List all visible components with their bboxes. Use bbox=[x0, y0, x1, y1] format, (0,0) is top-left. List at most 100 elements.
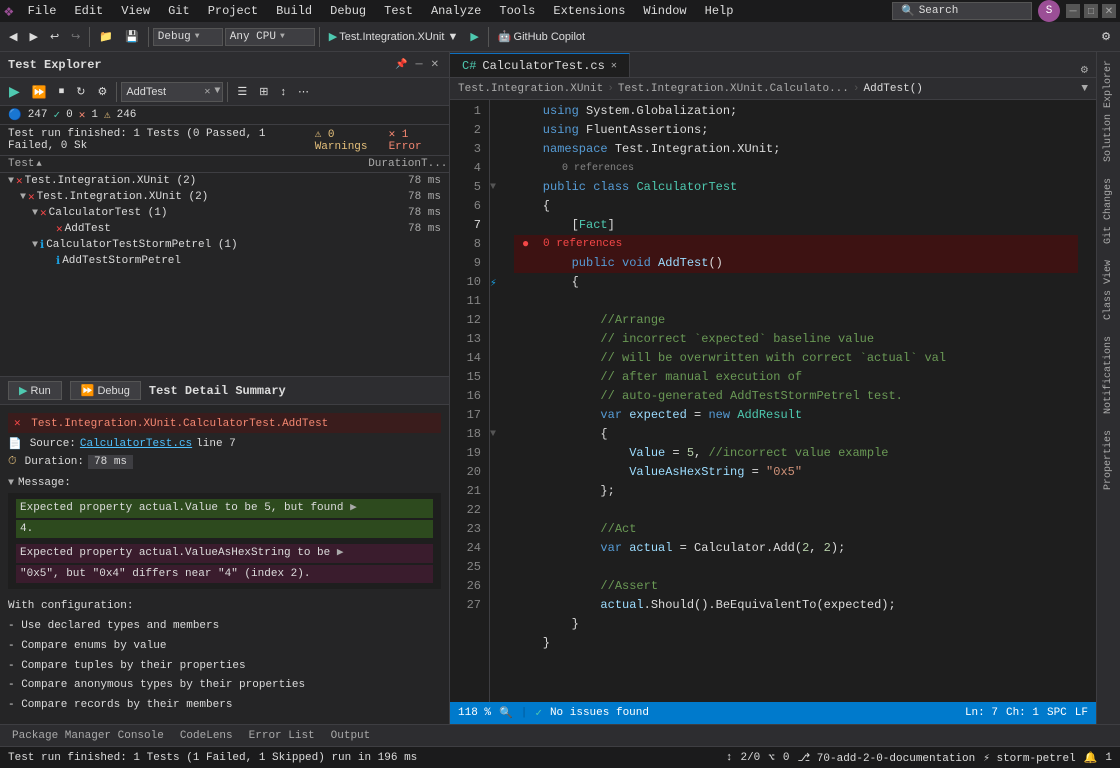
debug-indicator: ⚡ bbox=[490, 273, 506, 292]
test-explorer-title-bar: Test Explorer 📌 ─ ✕ bbox=[0, 52, 449, 78]
tab-settings-btn[interactable]: ⚙ bbox=[1073, 62, 1096, 77]
menu-item-build[interactable]: Build bbox=[268, 2, 320, 20]
panel-close-button[interactable]: ✕ bbox=[429, 57, 441, 72]
run-test-button[interactable]: ▶ Run bbox=[8, 381, 62, 400]
bottom-tab-package-manager[interactable]: Package Manager Console bbox=[8, 728, 168, 744]
test-search-box[interactable]: ✕ ▼ bbox=[121, 82, 223, 102]
refresh-button[interactable]: ↻ bbox=[71, 82, 90, 101]
settings-button[interactable]: ⚙ bbox=[1096, 27, 1116, 46]
config-label: Debug bbox=[158, 31, 191, 43]
side-tab-git-changes[interactable]: Git Changes bbox=[1099, 170, 1118, 252]
search-clear-icon[interactable]: ✕ bbox=[202, 86, 212, 98]
list-item[interactable]: ▼ ✕ Test.Integration.XUnit (2) 78 ms bbox=[0, 189, 449, 205]
search-dropdown-icon[interactable]: ▼ bbox=[212, 86, 222, 97]
close-button[interactable]: ✕ bbox=[1102, 4, 1116, 18]
line-num-26: 26 bbox=[450, 577, 481, 596]
error-count-bottom: 0 bbox=[783, 752, 790, 764]
save-button[interactable]: 💾 bbox=[120, 27, 144, 46]
list-item[interactable]: ▼ ℹ CalculatorTestStormPetrel (1) bbox=[0, 237, 449, 253]
status-eol: LF bbox=[1075, 707, 1088, 719]
path-separator-1: › bbox=[853, 83, 860, 95]
menu-item-file[interactable]: File bbox=[20, 2, 65, 20]
path-part-1[interactable]: Test.Integration.XUnit.Calculato... bbox=[618, 83, 849, 95]
test-search-input[interactable] bbox=[122, 85, 202, 99]
tab-close-icon[interactable]: ✕ bbox=[611, 60, 617, 72]
group-button[interactable]: ⊞ bbox=[254, 82, 273, 101]
tab-calculatortest[interactable]: C# CalculatorTest.cs ✕ bbox=[450, 53, 630, 77]
menu-item-extensions[interactable]: Extensions bbox=[545, 2, 633, 20]
collapse-class-btn[interactable]: ▼ bbox=[490, 178, 506, 197]
storm-petrel-label: ⚡ storm-petrel bbox=[983, 751, 1075, 765]
redo-button[interactable]: ↪ bbox=[66, 27, 85, 46]
collapse-expected-btn[interactable]: ▼ bbox=[490, 425, 506, 444]
build-button[interactable]: ⚙ bbox=[92, 82, 112, 101]
bottom-tab-error-list[interactable]: Error List bbox=[245, 728, 319, 744]
menu-item-test[interactable]: Test bbox=[376, 2, 421, 20]
list-item[interactable]: ✕ AddTest 78 ms bbox=[0, 221, 449, 237]
nav-forward-button[interactable]: ▶ bbox=[24, 27, 42, 46]
menu-item-view[interactable]: View bbox=[113, 2, 158, 20]
source-file-link[interactable]: CalculatorTest.cs bbox=[80, 438, 192, 450]
table-row: actual.Should().BeEquivalentTo(expected)… bbox=[514, 596, 1078, 615]
undo-button[interactable]: ↩ bbox=[45, 27, 64, 46]
menu-item-help[interactable]: Help bbox=[697, 2, 742, 20]
side-tab-class-view[interactable]: Class View bbox=[1099, 252, 1118, 328]
minimize-button[interactable]: ─ bbox=[1066, 4, 1080, 18]
line-num-23: 23 bbox=[450, 520, 481, 539]
bottom-test-result: Test run finished: 1 Tests (1 Failed, 1 … bbox=[8, 752, 417, 764]
bottom-tab-codelens[interactable]: CodeLens bbox=[176, 728, 237, 744]
separator-5 bbox=[116, 82, 117, 102]
code-content[interactable]: using System.Globalization; using Fluent… bbox=[506, 100, 1086, 702]
debug-run-button[interactable]: ▶ bbox=[465, 27, 483, 46]
menu-item-window[interactable]: Window bbox=[635, 2, 694, 20]
platform-label: Any CPU bbox=[230, 31, 276, 43]
github-copilot-button[interactable]: 🤖 GitHub Copilot bbox=[493, 27, 590, 46]
bottom-tab-output[interactable]: Output bbox=[327, 728, 375, 744]
menu-item-project[interactable]: Project bbox=[200, 2, 266, 20]
pin-button[interactable]: 📌 bbox=[393, 57, 409, 72]
run-all-button[interactable]: ▶ bbox=[4, 80, 25, 103]
side-tab-notifications[interactable]: Notifications bbox=[1099, 328, 1118, 422]
message-toggle[interactable]: ▼ Message: bbox=[8, 477, 441, 489]
table-row: public void AddTest() bbox=[514, 254, 1078, 273]
filter-button[interactable]: ☰ bbox=[232, 82, 252, 101]
side-tab-solution-explorer[interactable]: Solution Explorer bbox=[1099, 52, 1118, 170]
fail-icon: ✕ bbox=[79, 108, 86, 122]
restore-button[interactable]: □ bbox=[1084, 4, 1098, 18]
list-item[interactable]: ℹ AddTestStormPetrel bbox=[0, 253, 449, 269]
menu-item-edit[interactable]: Edit bbox=[66, 2, 111, 20]
header-test[interactable]: Test ▲ bbox=[8, 158, 361, 170]
table-row: }; bbox=[514, 482, 1078, 501]
menu-search[interactable]: 🔍 Search bbox=[892, 2, 1032, 20]
source-line-info: line 7 bbox=[196, 438, 236, 450]
panel-minimize-button[interactable]: ─ bbox=[414, 57, 425, 72]
menu-item-git[interactable]: Git bbox=[160, 2, 198, 20]
menu-item-analyze[interactable]: Analyze bbox=[423, 2, 489, 20]
side-tab-properties[interactable]: Properties bbox=[1099, 422, 1118, 498]
config-dropdown[interactable]: Debug ▼ bbox=[153, 28, 223, 46]
list-item[interactable]: ▼ ✕ CalculatorTest (1) 78 ms bbox=[0, 205, 449, 221]
debug-test-button[interactable]: ⏩ Debug bbox=[70, 381, 141, 400]
run-button[interactable]: ▶ Test.Integration.XUnit ▼ bbox=[324, 27, 464, 46]
open-file-button[interactable]: 📁 bbox=[94, 27, 118, 46]
table-row: //Assert bbox=[514, 577, 1078, 596]
platform-dropdown[interactable]: Any CPU ▼ bbox=[225, 28, 315, 46]
path-part-2[interactable]: AddTest() bbox=[864, 83, 923, 95]
stop-button[interactable]: ⏹ bbox=[54, 82, 70, 101]
list-item[interactable]: ▼ ✕ Test.Integration.XUnit (2) 78 ms bbox=[0, 173, 449, 189]
test-name-badge[interactable]: ✕ Test.Integration.XUnit.CalculatorTest.… bbox=[8, 413, 441, 433]
header-t: T... bbox=[421, 158, 441, 170]
menu-item-debug[interactable]: Debug bbox=[322, 2, 374, 20]
debug-all-button[interactable]: ⏩ bbox=[27, 82, 52, 102]
tab-label: CalculatorTest.cs bbox=[482, 59, 604, 73]
editor-scrollbar[interactable] bbox=[1086, 100, 1096, 702]
menu-item-tools[interactable]: Tools bbox=[491, 2, 543, 20]
path-chevron-icon[interactable]: ▼ bbox=[1081, 83, 1088, 95]
debug-icon: ⏩ bbox=[81, 385, 95, 397]
nav-back-button[interactable]: ◀ bbox=[4, 27, 22, 46]
more-options-button[interactable]: ⋯ bbox=[293, 82, 314, 101]
sort-button[interactable]: ↕ bbox=[275, 83, 291, 101]
path-part-0[interactable]: Test.Integration.XUnit bbox=[458, 83, 603, 95]
table-row: var actual = Calculator.Add(2, 2); bbox=[514, 539, 1078, 558]
zoom-icon: 🔍 bbox=[499, 706, 513, 720]
